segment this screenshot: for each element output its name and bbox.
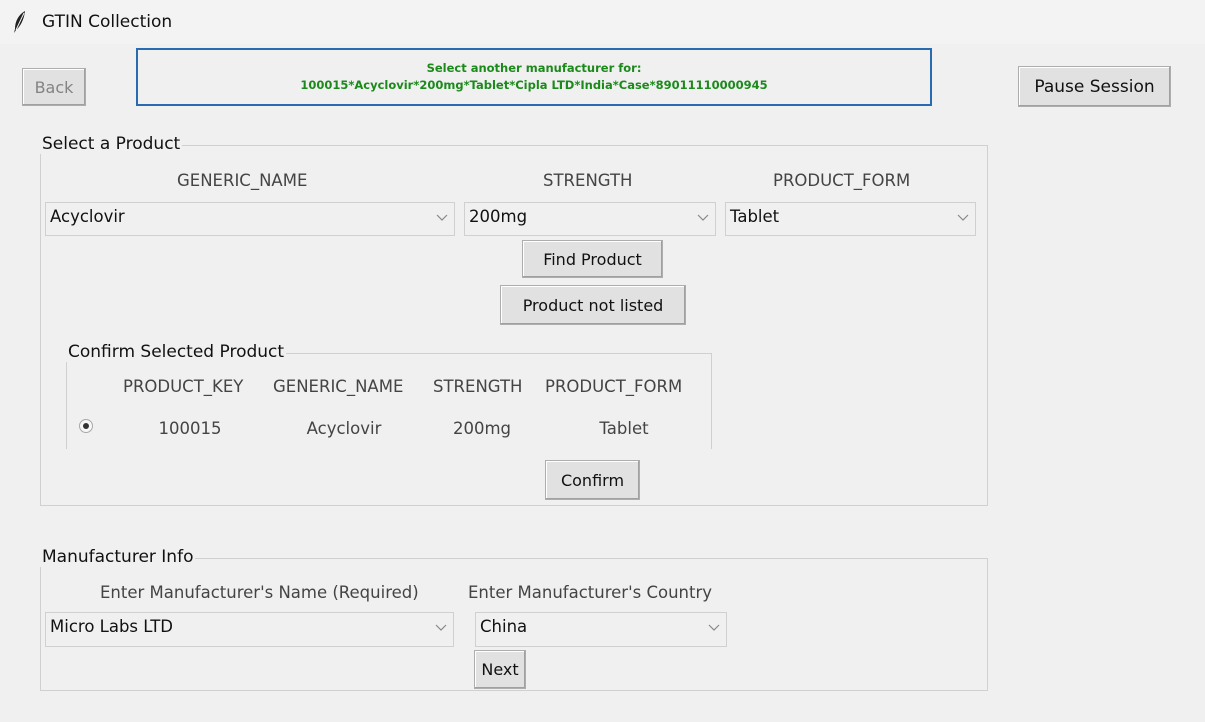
radio-selected-icon[interactable] [78, 418, 94, 434]
pause-session-button[interactable]: Pause Session [1018, 66, 1171, 107]
title-bar [0, 0, 1205, 44]
product-not-listed-button[interactable]: Product not listed [500, 285, 686, 325]
confirm-product-legend: Confirm Selected Product [66, 342, 287, 362]
col-product-key: PRODUCT_KEY [123, 377, 244, 396]
manufacturer-name-label: Enter Manufacturer's Name (Required) [100, 583, 419, 602]
chevron-down-icon [697, 214, 709, 221]
manufacturer-legend: Manufacturer Info [40, 547, 196, 567]
product-form-header: PRODUCT_FORM [773, 171, 911, 190]
chevron-down-icon [708, 624, 720, 631]
manufacturer-country-select[interactable]: China [475, 612, 727, 647]
manufacturer-name-select[interactable]: Micro Labs LTD [45, 612, 454, 647]
back-button[interactable]: Back [22, 68, 86, 106]
confirm-button[interactable]: Confirm [545, 460, 640, 500]
next-button[interactable]: Next [474, 650, 526, 689]
banner-line-1: Select another manufacturer for: [426, 61, 642, 75]
strength-header: STRENGTH [543, 171, 633, 190]
strength-select[interactable]: 200mg [464, 202, 716, 236]
window-title: GTIN Collection [42, 12, 173, 32]
generic-name-header: GENERIC_NAME [177, 171, 308, 190]
generic-name-value: Acyclovir [50, 207, 125, 226]
manufacturer-name-value: Micro Labs LTD [50, 617, 173, 636]
product-form-value: Tablet [730, 207, 780, 226]
col-generic-name: GENERIC_NAME [273, 377, 404, 396]
row-product-form: Tablet [599, 419, 649, 438]
manufacturer-country-label: Enter Manufacturer's Country [468, 583, 712, 602]
manufacturer-country-value: China [480, 617, 528, 636]
feather-icon [14, 11, 25, 33]
find-product-button[interactable]: Find Product [522, 240, 663, 278]
col-strength: STRENGTH [433, 377, 523, 396]
chevron-down-icon [957, 214, 969, 221]
status-banner: Select another manufacturer for: 100015*… [136, 48, 932, 106]
banner-line-2: 100015*Acyclovir*200mg*Tablet*Cipla LTD*… [300, 78, 768, 92]
strength-value: 200mg [469, 207, 528, 226]
select-product-frame [40, 145, 988, 506]
col-product-form: PRODUCT_FORM [545, 377, 683, 396]
generic-name-select[interactable]: Acyclovir [45, 202, 455, 236]
chevron-down-icon [436, 214, 448, 221]
row-strength: 200mg [452, 419, 512, 438]
row-product-key: 100015 [158, 419, 222, 438]
chevron-down-icon [435, 624, 447, 631]
product-form-select[interactable]: Tablet [725, 202, 976, 236]
row-generic-name: Acyclovir [306, 419, 382, 438]
select-product-legend: Select a Product [40, 134, 183, 154]
